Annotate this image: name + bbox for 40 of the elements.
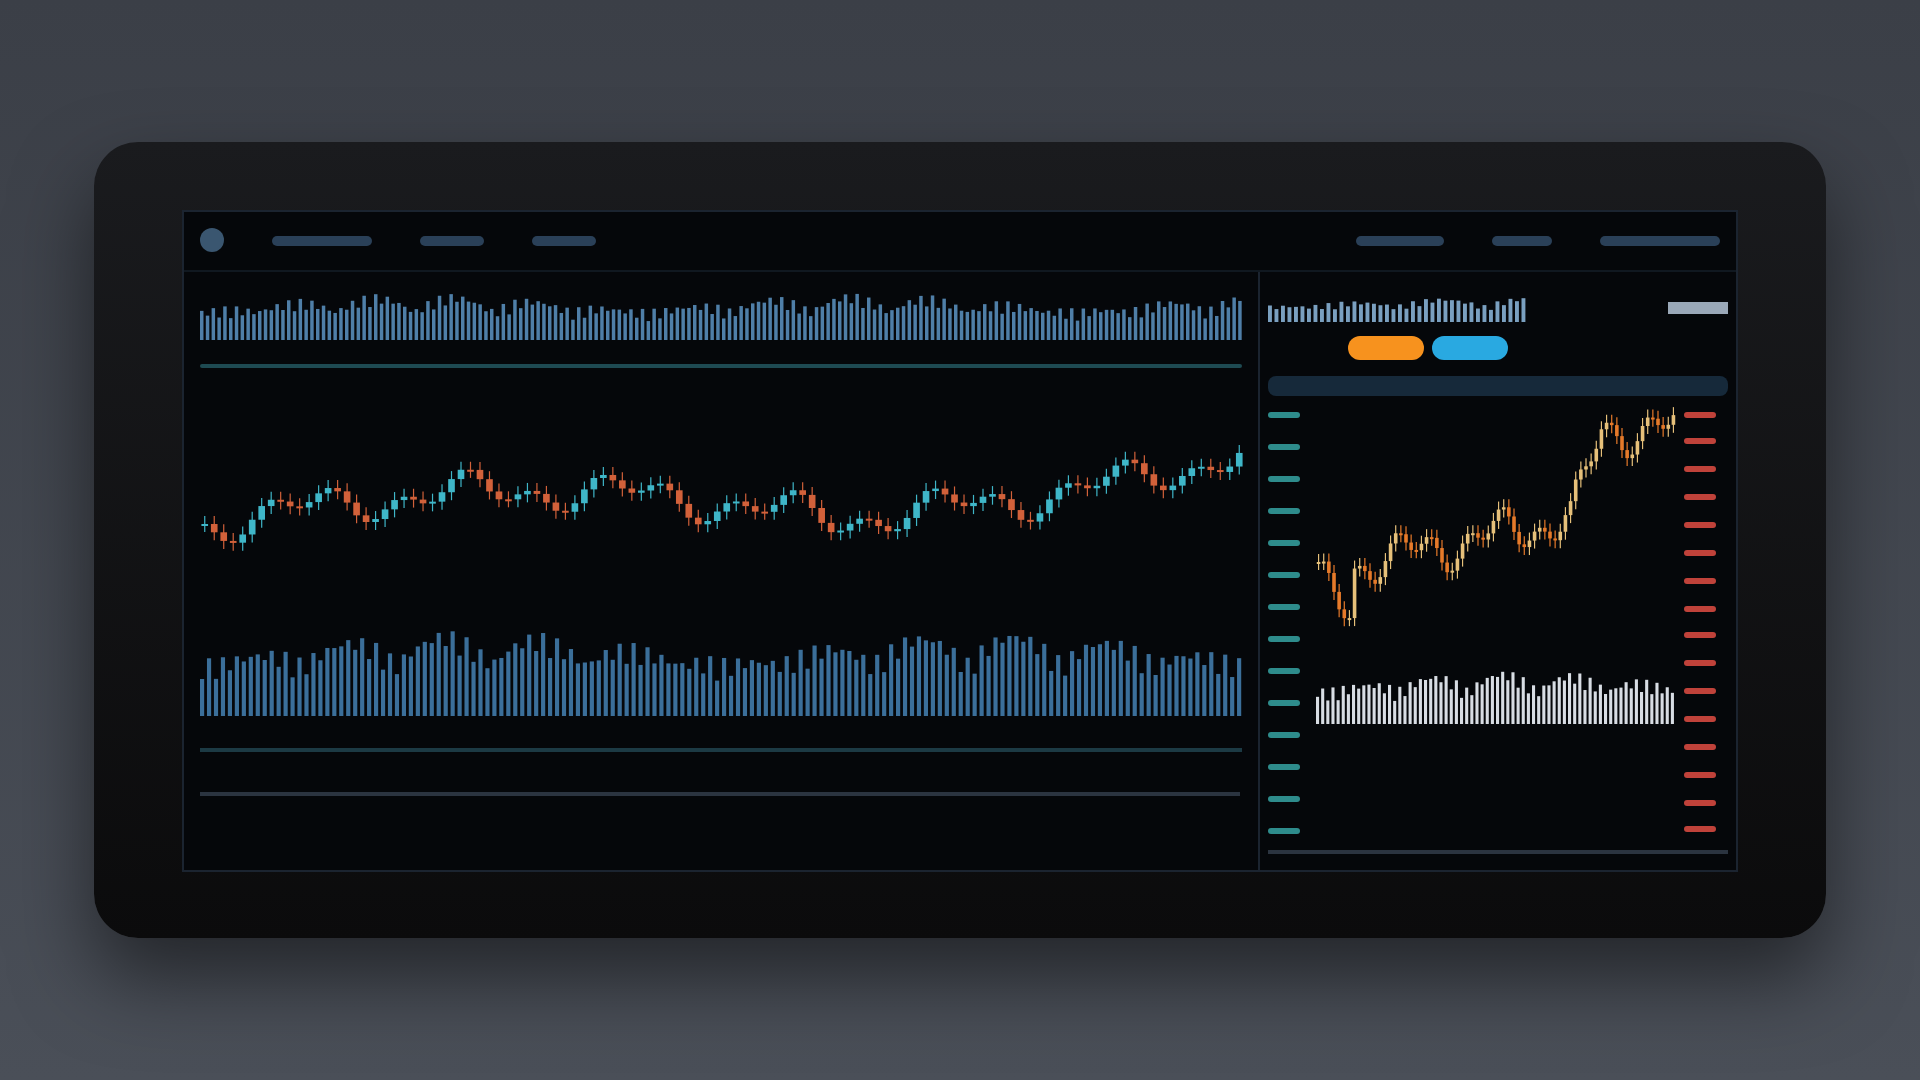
axis-tick [1268, 667, 1300, 673]
toolbar-item[interactable] [1600, 235, 1720, 245]
action-button[interactable] [1348, 335, 1424, 359]
axis-tick [1268, 827, 1300, 833]
price-label [1668, 301, 1728, 313]
axis-tick [1268, 763, 1300, 769]
price-tick [1684, 438, 1716, 445]
price-tick [1684, 660, 1716, 667]
action-button[interactable] [1432, 335, 1508, 359]
axis-tick [1268, 603, 1300, 609]
price-tick [1684, 411, 1716, 417]
price-tick [1684, 549, 1716, 556]
axis-tick [1268, 539, 1300, 545]
avatar-icon [200, 228, 224, 252]
toolbar-item[interactable] [272, 235, 372, 245]
toolbar-item[interactable] [1356, 235, 1444, 245]
price-tick [1684, 494, 1716, 501]
price-tick [1684, 799, 1716, 806]
price-tick [1684, 715, 1716, 722]
axis-tick [1268, 635, 1300, 641]
price-tick [1684, 771, 1716, 778]
price-tick [1684, 466, 1716, 473]
toolbar-item[interactable] [420, 235, 484, 245]
toolbar-item[interactable] [1492, 235, 1552, 245]
price-tick [1684, 605, 1716, 612]
axis-tick [1268, 443, 1300, 449]
price-tick [1684, 743, 1716, 750]
price-tick [1684, 826, 1716, 833]
axis-tick [1268, 411, 1300, 417]
axis-tick [1268, 571, 1300, 577]
axis-tick [1268, 731, 1300, 737]
axis-tick [1268, 507, 1300, 513]
axis-tick [1268, 699, 1300, 705]
price-tick [1684, 632, 1716, 639]
axis-tick [1268, 475, 1300, 481]
toolbar-item[interactable] [532, 235, 596, 245]
price-tick [1684, 521, 1716, 528]
price-tick [1684, 688, 1716, 695]
price-tick [1684, 577, 1716, 584]
axis-tick [1268, 795, 1300, 801]
